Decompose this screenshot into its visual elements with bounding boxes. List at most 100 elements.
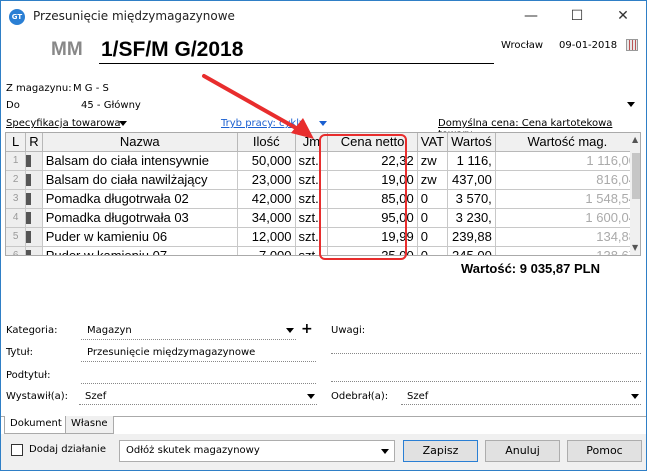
cell-name: Puder w kamieniu 06: [42, 227, 238, 247]
cell-lp: 2: [6, 170, 27, 190]
cell-name: Pomadka długotrwała 02: [42, 189, 238, 209]
column-header-col-vat[interactable]: VAT: [417, 133, 449, 152]
cell-mag: 134,88: [495, 227, 640, 247]
cell-qty: 12,000: [237, 227, 296, 247]
highlight-box: [319, 134, 407, 260]
date-field[interactable]: 09-01-2018: [559, 40, 617, 51]
cell-lp: 4: [6, 208, 27, 228]
cell-lp: 6: [6, 246, 27, 255]
uwagi-field-line[interactable]: [331, 381, 641, 382]
chevron-down-icon[interactable]: [627, 102, 635, 107]
row-marker-icon: [26, 192, 32, 205]
action-combo-value: Odłóż skutek magazynowy: [126, 445, 260, 456]
wystawil-combo[interactable]: Szef: [85, 391, 106, 402]
tytul-field[interactable]: Przesunięcie międzymagazynowe: [87, 347, 255, 358]
cell-lp: 1: [6, 151, 27, 171]
cell-vat: 0: [417, 189, 449, 209]
close-button[interactable]: ✕: [600, 1, 646, 32]
cell-name: Balsam do ciała nawilżający: [42, 170, 238, 190]
chevron-down-icon[interactable]: [119, 121, 127, 126]
row-marker-icon: [26, 154, 32, 167]
column-header-col-wartosc[interactable]: Wartoś: [447, 133, 496, 152]
column-header-col-wartosc-mag[interactable]: Wartość mag.: [495, 133, 640, 152]
cell-qty: 34,000: [237, 208, 296, 228]
calendar-icon[interactable]: [626, 39, 638, 51]
tytul-label: Tytuł:: [6, 347, 33, 358]
action-combo[interactable]: Odłóż skutek magazynowy: [119, 440, 395, 462]
row-marker-icon: [26, 173, 32, 186]
mode-link[interactable]: Tryb pracy: cykly: [221, 118, 305, 129]
kategoria-label: Kategoria:: [6, 325, 58, 336]
to-label: Do: [6, 100, 20, 111]
cell-name: Puder w kamieniu 07: [42, 246, 238, 255]
uwagi-field[interactable]: [331, 353, 641, 354]
column-header-col-nazwa[interactable]: Nazwa: [42, 133, 238, 152]
scroll-thumb[interactable]: [632, 153, 640, 199]
cell-qty: 50,000: [237, 151, 296, 171]
cell-vat: zw: [417, 151, 449, 171]
row-marker-icon: [26, 211, 32, 224]
chevron-down-icon[interactable]: ▼: [632, 243, 638, 252]
doc-type: MM: [51, 39, 83, 60]
cell-lp: 3: [6, 189, 27, 209]
column-header-col-r[interactable]: R: [25, 133, 43, 152]
chevron-down-icon[interactable]: [286, 328, 294, 333]
app-icon: GT: [9, 9, 25, 25]
row-marker: [25, 246, 43, 255]
minimize-button[interactable]: —: [508, 1, 554, 32]
cell-lp: 5: [6, 227, 27, 247]
kategoria-combo[interactable]: Magazyn: [87, 325, 132, 336]
kategoria-underline: [81, 339, 296, 340]
doc-number-underline: [99, 63, 494, 64]
cell-mag: 138,67: [495, 246, 640, 255]
cell-value: 3 230,: [447, 208, 496, 228]
cell-vat: 0: [417, 246, 449, 255]
vertical-scrollbar[interactable]: ▲ ▼: [630, 133, 640, 255]
chevron-down-icon[interactable]: [319, 121, 327, 126]
tab-dokument[interactable]: Dokument: [4, 416, 68, 434]
column-header-col-ilosc[interactable]: Ilość: [237, 133, 296, 152]
odebral-underline: [401, 404, 641, 405]
chevron-down-icon[interactable]: [631, 394, 639, 399]
podtytul-field[interactable]: [81, 383, 316, 384]
chevron-down-icon[interactable]: [381, 449, 389, 454]
cell-mag: 1 116,00: [495, 151, 640, 171]
save-button[interactable]: Zapisz: [403, 440, 478, 462]
row-marker: [25, 208, 43, 228]
tab-wlasne[interactable]: Własne: [65, 416, 114, 434]
maximize-button[interactable]: ☐: [554, 1, 600, 32]
chevron-up-icon[interactable]: ▲: [632, 135, 638, 144]
wystawil-label: Wystawił(a):: [6, 391, 68, 402]
footer-bar: Dodaj działanie Odłóż skutek magazynowy …: [1, 434, 646, 470]
podtytul-label: Podtytuł:: [6, 370, 51, 381]
cell-value: 239,88: [447, 227, 496, 247]
tytul-underline: [81, 361, 316, 362]
add-action-label: Dodaj działanie: [29, 444, 106, 455]
row-marker-icon: [26, 249, 32, 255]
odebral-label: Odebrał(a):: [331, 391, 389, 402]
cancel-button[interactable]: Anuluj: [485, 440, 560, 462]
cell-vat: zw: [417, 170, 449, 190]
doc-number-field[interactable]: 1/SF/M G/2018: [101, 38, 243, 62]
cell-vat: 0: [417, 227, 449, 247]
row-marker: [25, 189, 43, 209]
help-button[interactable]: Pomoc: [567, 440, 642, 462]
to-value[interactable]: 45 - Główny: [81, 100, 141, 111]
column-header-col-l[interactable]: L: [6, 133, 27, 152]
from-value[interactable]: M G - S: [73, 83, 109, 94]
row-marker: [25, 151, 43, 171]
cell-name: Balsam do ciała intensywnie: [42, 151, 238, 171]
cell-value: 437,00: [447, 170, 496, 190]
cell-value: 245,00: [447, 246, 496, 255]
window-title: Przesunięcie międzymagazynowe: [33, 9, 235, 23]
chevron-down-icon[interactable]: [307, 394, 315, 399]
cell-value: 3 570,: [447, 189, 496, 209]
add-category-button[interactable]: +: [301, 321, 313, 337]
place-field[interactable]: Wrocław: [501, 40, 543, 51]
cell-qty: 23,000: [237, 170, 296, 190]
spec-label[interactable]: Specyfikacja towarowa: [6, 118, 121, 129]
cell-mag: 1 600,04: [495, 208, 640, 228]
odebral-combo[interactable]: Szef: [407, 391, 428, 402]
add-action-checkbox[interactable]: [11, 444, 23, 456]
from-label: Z magazynu:: [6, 83, 72, 94]
